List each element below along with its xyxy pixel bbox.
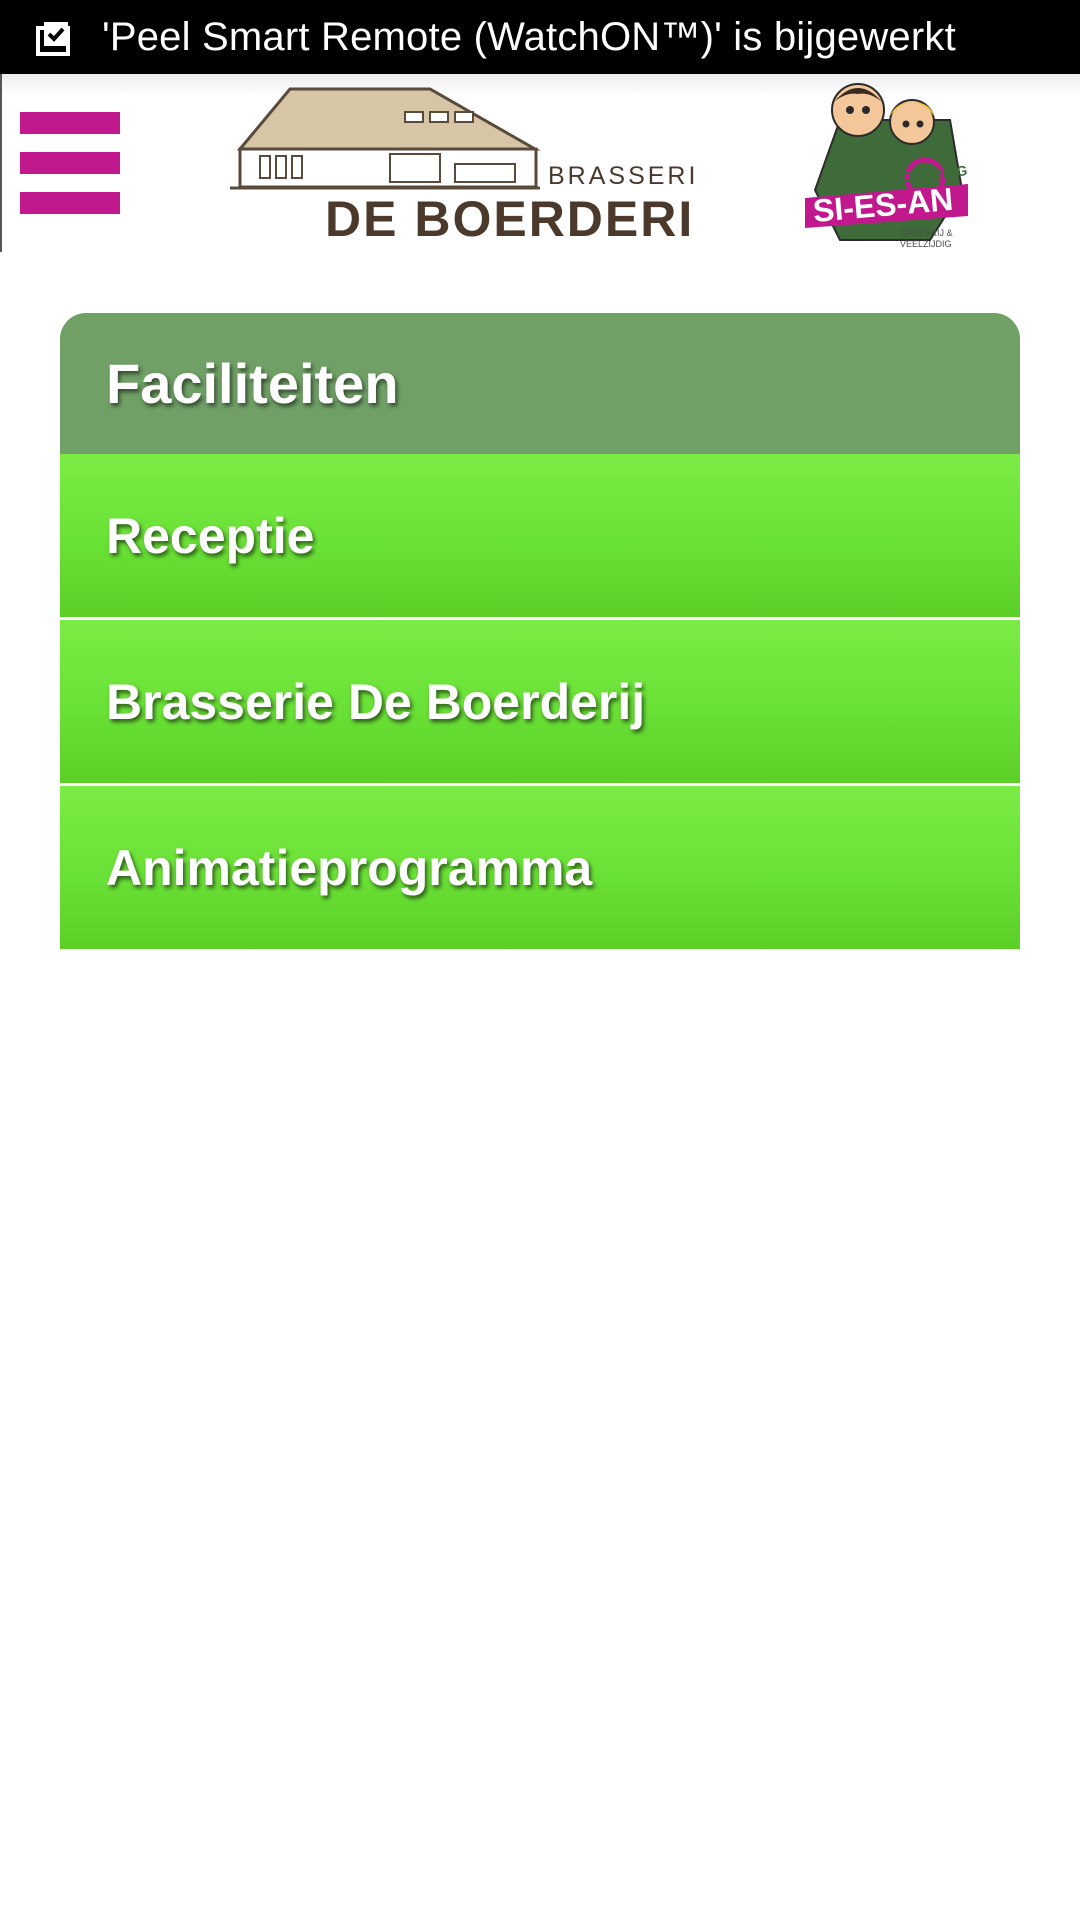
logo-brasserie-word: BRASSERIE [548, 162, 695, 190]
list-item-label: Animatieprogramma [106, 839, 593, 896]
list-item-label: Receptie [106, 507, 315, 564]
brasserie-de-boerderij-logo[interactable]: BRASSERIE DE BOERDERIJ [230, 84, 695, 244]
header-edge-divider [0, 74, 2, 252]
hamburger-menu-icon[interactable] [20, 112, 120, 214]
panel-title: Faciliteiten [106, 352, 399, 415]
list-item-label: Brasserie De Boerderij [106, 673, 646, 730]
logo-main-word: DE BOERDERIJ [325, 191, 695, 244]
clipboard-check-icon [32, 16, 74, 58]
list-item-brasserie[interactable]: Brasserie De Boerderij [60, 617, 1020, 783]
app-header: BRASSERIE DE BOERDERIJ CAMPING SI-ES-AN … [0, 74, 1080, 252]
logo-tagline-line2: VEELZIJDIG [900, 239, 952, 249]
menu-bar-top [20, 112, 120, 134]
notification-text: 'Peel Smart Remote (WatchON™)' is bijgew… [102, 14, 956, 59]
list-item-animatieprogramma[interactable]: Animatieprogramma [60, 783, 1020, 949]
logo-tagline-line1: GASTVRIJ & [900, 228, 953, 238]
camping-si-es-an-logo[interactable]: CAMPING SI-ES-AN GASTVRIJ & VEELZIJDIG [800, 80, 970, 252]
facilities-panel: Faciliteiten Receptie Brasserie De Boerd… [60, 313, 1020, 949]
panel-header: Faciliteiten [60, 313, 1020, 454]
menu-bar-bottom [20, 192, 120, 214]
list-item-receptie[interactable]: Receptie [60, 454, 1020, 617]
notification-status-bar: 'Peel Smart Remote (WatchON™)' is bijgew… [0, 0, 1080, 74]
menu-bar-middle [20, 152, 120, 174]
